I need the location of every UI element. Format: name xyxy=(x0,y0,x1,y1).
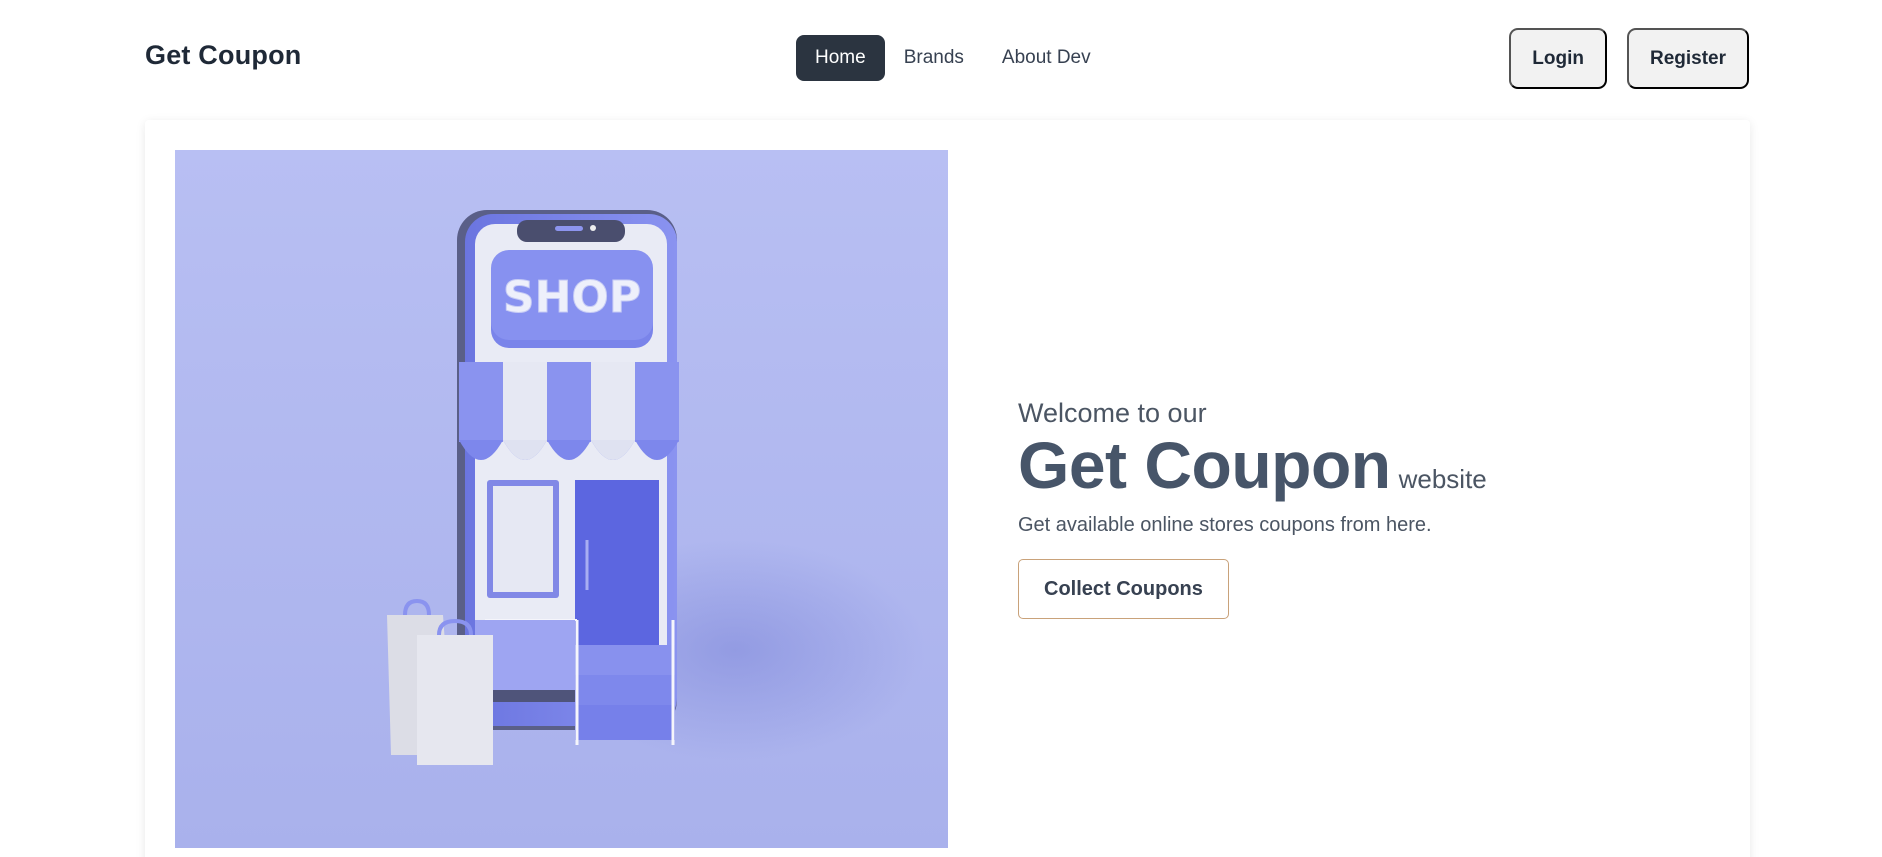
nav-brands[interactable]: Brands xyxy=(885,35,983,81)
hero-text: Welcome to our Get Coupon website Get av… xyxy=(1018,398,1718,620)
navbar: Get Coupon Home Brands About Dev Login R… xyxy=(0,0,1882,118)
hero-subtitle: Get available online stores coupons from… xyxy=(1018,514,1432,537)
hero-title-suffix: website xyxy=(1398,464,1487,494)
main-nav: Home Brands About Dev xyxy=(796,35,1110,81)
register-button[interactable]: Register xyxy=(1626,28,1749,89)
hero-title-line: Get Coupon website xyxy=(1018,428,1718,502)
hero-shop-illustration: SHOP xyxy=(175,150,948,848)
auth-buttons: Login Register xyxy=(1509,28,1749,89)
nav-about-dev[interactable]: About Dev xyxy=(983,35,1110,81)
nav-home[interactable]: Home xyxy=(796,35,885,81)
hero-title: Get Coupon xyxy=(1018,428,1391,502)
brand-logo[interactable]: Get Coupon xyxy=(145,40,301,71)
collect-coupons-button[interactable]: Collect Coupons xyxy=(1018,559,1229,620)
welcome-text: Welcome to our xyxy=(1018,398,1207,428)
shop-sign-text: SHOP xyxy=(503,272,641,323)
hero-card: SHOP Welcome to our Get Coupon website G… xyxy=(145,120,1750,857)
login-button[interactable]: Login xyxy=(1509,28,1607,89)
